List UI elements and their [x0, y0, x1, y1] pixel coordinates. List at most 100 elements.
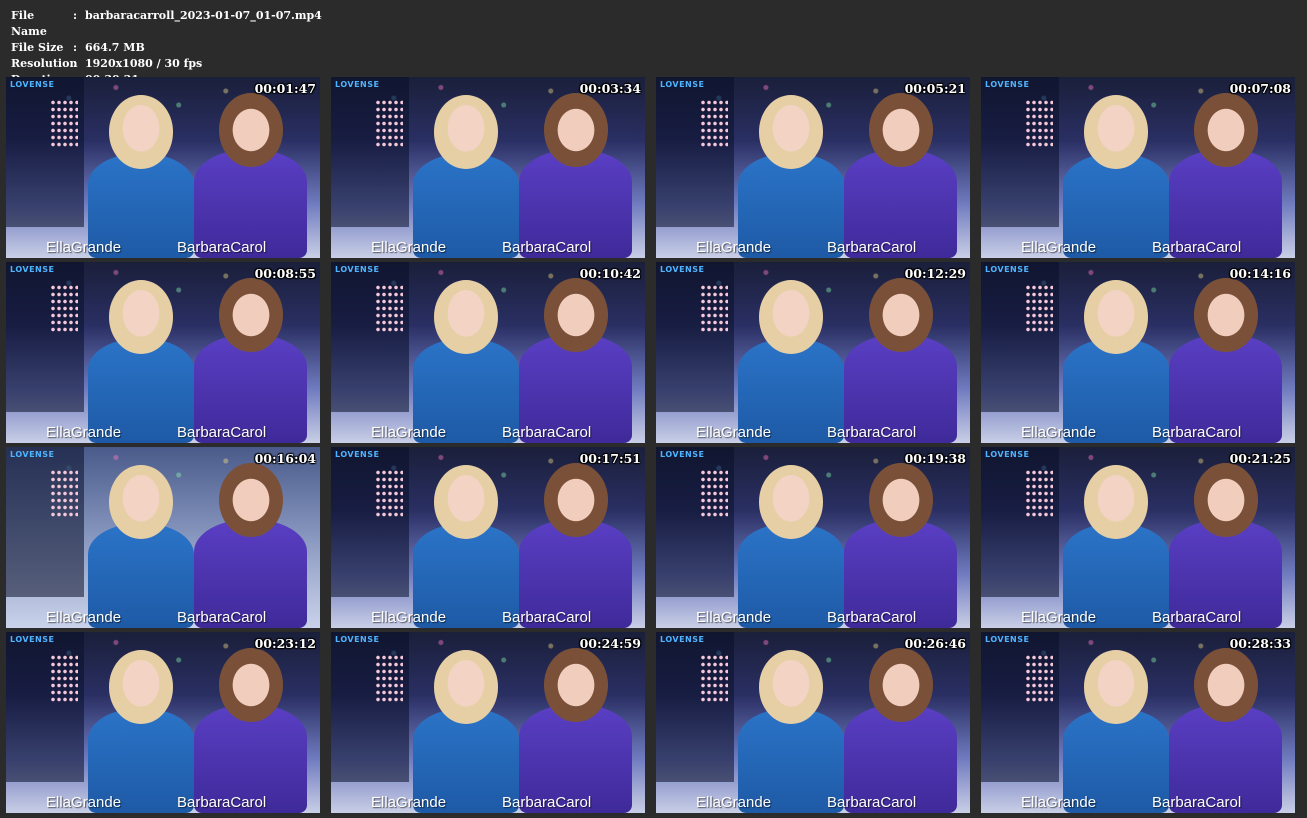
name-label-right: BarbaraCarol [1152, 609, 1242, 626]
info-row-resolution: Resolution : 1920x1080 / 30 fps [11, 57, 203, 70]
name-label-left: EllaGrande [371, 794, 447, 811]
video-thumbnail[interactable]: LOVENSE 00:21:25 EllaGrande BarbaraCarol [981, 447, 1295, 628]
lovense-panel: LOVENSE [331, 262, 409, 412]
video-thumbnail[interactable]: LOVENSE 00:05:21 EllaGrande BarbaraCarol [656, 77, 970, 258]
name-label-left: EllaGrande [371, 609, 447, 626]
name-label-left: EllaGrande [1021, 609, 1097, 626]
lovense-logo: LOVENSE [10, 450, 55, 459]
video-thumbnail[interactable]: LOVENSE 00:01:47 EllaGrande BarbaraCarol [6, 77, 320, 258]
panel-dots [375, 99, 403, 149]
lovense-panel: LOVENSE [6, 77, 84, 227]
name-label-right: BarbaraCarol [1152, 794, 1242, 811]
video-thumbnail[interactable]: LOVENSE 00:14:16 EllaGrande BarbaraCarol [981, 262, 1295, 443]
info-key: Resolution [11, 57, 78, 70]
lovense-logo: LOVENSE [660, 450, 705, 459]
lovense-logo: LOVENSE [985, 450, 1030, 459]
name-label-left: EllaGrande [46, 239, 122, 256]
name-label-right: BarbaraCarol [1152, 239, 1242, 256]
video-thumbnail[interactable]: LOVENSE 00:10:42 EllaGrande BarbaraCarol [331, 262, 645, 443]
name-label-right: BarbaraCarol [177, 424, 267, 441]
timestamp: 00:24:59 [579, 636, 641, 651]
lovense-panel: LOVENSE [6, 262, 84, 412]
video-thumbnail[interactable]: LOVENSE 00:19:38 EllaGrande BarbaraCarol [656, 447, 970, 628]
lovense-panel: LOVENSE [331, 77, 409, 227]
panel-dots [50, 469, 78, 519]
name-label-right: BarbaraCarol [177, 239, 267, 256]
name-label-right: BarbaraCarol [827, 794, 917, 811]
name-label-left: EllaGrande [1021, 424, 1097, 441]
video-thumbnail[interactable]: LOVENSE 00:07:08 EllaGrande BarbaraCarol [981, 77, 1295, 258]
name-label-right: BarbaraCarol [1152, 424, 1242, 441]
lovense-panel: LOVENSE [656, 77, 734, 227]
panel-dots [50, 654, 78, 704]
name-label-left: EllaGrande [46, 424, 122, 441]
panel-dots [700, 284, 728, 334]
name-label-left: EllaGrande [696, 424, 772, 441]
info-row-filesize: File Size : 664.7 MB [11, 41, 145, 54]
name-label-left: EllaGrande [696, 609, 772, 626]
timestamp: 00:19:38 [904, 451, 966, 466]
timestamp: 00:12:29 [904, 266, 966, 281]
lovense-logo: LOVENSE [335, 635, 380, 644]
name-label-right: BarbaraCarol [502, 239, 592, 256]
lovense-panel: LOVENSE [6, 632, 84, 782]
name-label-right: BarbaraCarol [827, 239, 917, 256]
lovense-logo: LOVENSE [335, 450, 380, 459]
thumbnail-grid: LOVENSE 00:01:47 EllaGrande BarbaraCarol… [6, 77, 1295, 813]
panel-dots [1025, 654, 1053, 704]
name-label-right: BarbaraCarol [502, 794, 592, 811]
name-label-right: BarbaraCarol [177, 609, 267, 626]
lovense-logo: LOVENSE [660, 635, 705, 644]
name-label-left: EllaGrande [1021, 794, 1097, 811]
timestamp: 00:23:12 [254, 636, 316, 651]
lovense-logo: LOVENSE [985, 635, 1030, 644]
file-info-header: File Name : barbaracarroll_2023-01-07_01… [11, 8, 322, 88]
video-thumbnail[interactable]: LOVENSE 00:08:55 EllaGrande BarbaraCarol [6, 262, 320, 443]
name-label-left: EllaGrande [371, 424, 447, 441]
video-thumbnail[interactable]: LOVENSE 00:28:33 EllaGrande BarbaraCarol [981, 632, 1295, 813]
name-label-right: BarbaraCarol [177, 794, 267, 811]
video-thumbnail[interactable]: LOVENSE 00:26:46 EllaGrande BarbaraCarol [656, 632, 970, 813]
video-thumbnail[interactable]: LOVENSE 00:16:04 EllaGrande BarbaraCarol [6, 447, 320, 628]
lovense-logo: LOVENSE [660, 265, 705, 274]
info-key: File Size [11, 41, 64, 54]
name-label-left: EllaGrande [46, 609, 122, 626]
name-label-right: BarbaraCarol [827, 609, 917, 626]
lovense-logo: LOVENSE [10, 80, 55, 89]
video-thumbnail[interactable]: LOVENSE 00:17:51 EllaGrande BarbaraCarol [331, 447, 645, 628]
name-label-left: EllaGrande [1021, 239, 1097, 256]
timestamp: 00:21:25 [1229, 451, 1291, 466]
panel-dots [700, 469, 728, 519]
lovense-panel: LOVENSE [331, 447, 409, 597]
panel-dots [1025, 284, 1053, 334]
timestamp: 00:05:21 [904, 81, 966, 96]
lovense-logo: LOVENSE [660, 80, 705, 89]
lovense-panel: LOVENSE [6, 447, 84, 597]
lovense-panel: LOVENSE [981, 632, 1059, 782]
video-thumbnail[interactable]: LOVENSE 00:03:34 EllaGrande BarbaraCarol [331, 77, 645, 258]
lovense-logo: LOVENSE [10, 635, 55, 644]
panel-dots [50, 284, 78, 334]
video-thumbnail[interactable]: LOVENSE 00:12:29 EllaGrande BarbaraCarol [656, 262, 970, 443]
info-key: File Name [11, 9, 47, 38]
panel-dots [700, 99, 728, 149]
info-value: barbaracarroll_2023-01-07_01-07.mp4 [85, 9, 322, 22]
lovense-panel: LOVENSE [656, 262, 734, 412]
name-label-right: BarbaraCarol [502, 424, 592, 441]
panel-dots [375, 654, 403, 704]
name-label-left: EllaGrande [696, 794, 772, 811]
timestamp: 00:01:47 [254, 81, 316, 96]
video-thumbnail[interactable]: LOVENSE 00:23:12 EllaGrande BarbaraCarol [6, 632, 320, 813]
panel-dots [1025, 469, 1053, 519]
timestamp: 00:14:16 [1229, 266, 1291, 281]
lovense-logo: LOVENSE [335, 80, 380, 89]
timestamp: 00:03:34 [579, 81, 641, 96]
name-label-right: BarbaraCarol [502, 609, 592, 626]
name-label-left: EllaGrande [696, 239, 772, 256]
lovense-logo: LOVENSE [10, 265, 55, 274]
lovense-logo: LOVENSE [985, 265, 1030, 274]
video-thumbnail[interactable]: LOVENSE 00:24:59 EllaGrande BarbaraCarol [331, 632, 645, 813]
lovense-panel: LOVENSE [656, 447, 734, 597]
panel-dots [375, 284, 403, 334]
lovense-panel: LOVENSE [656, 632, 734, 782]
